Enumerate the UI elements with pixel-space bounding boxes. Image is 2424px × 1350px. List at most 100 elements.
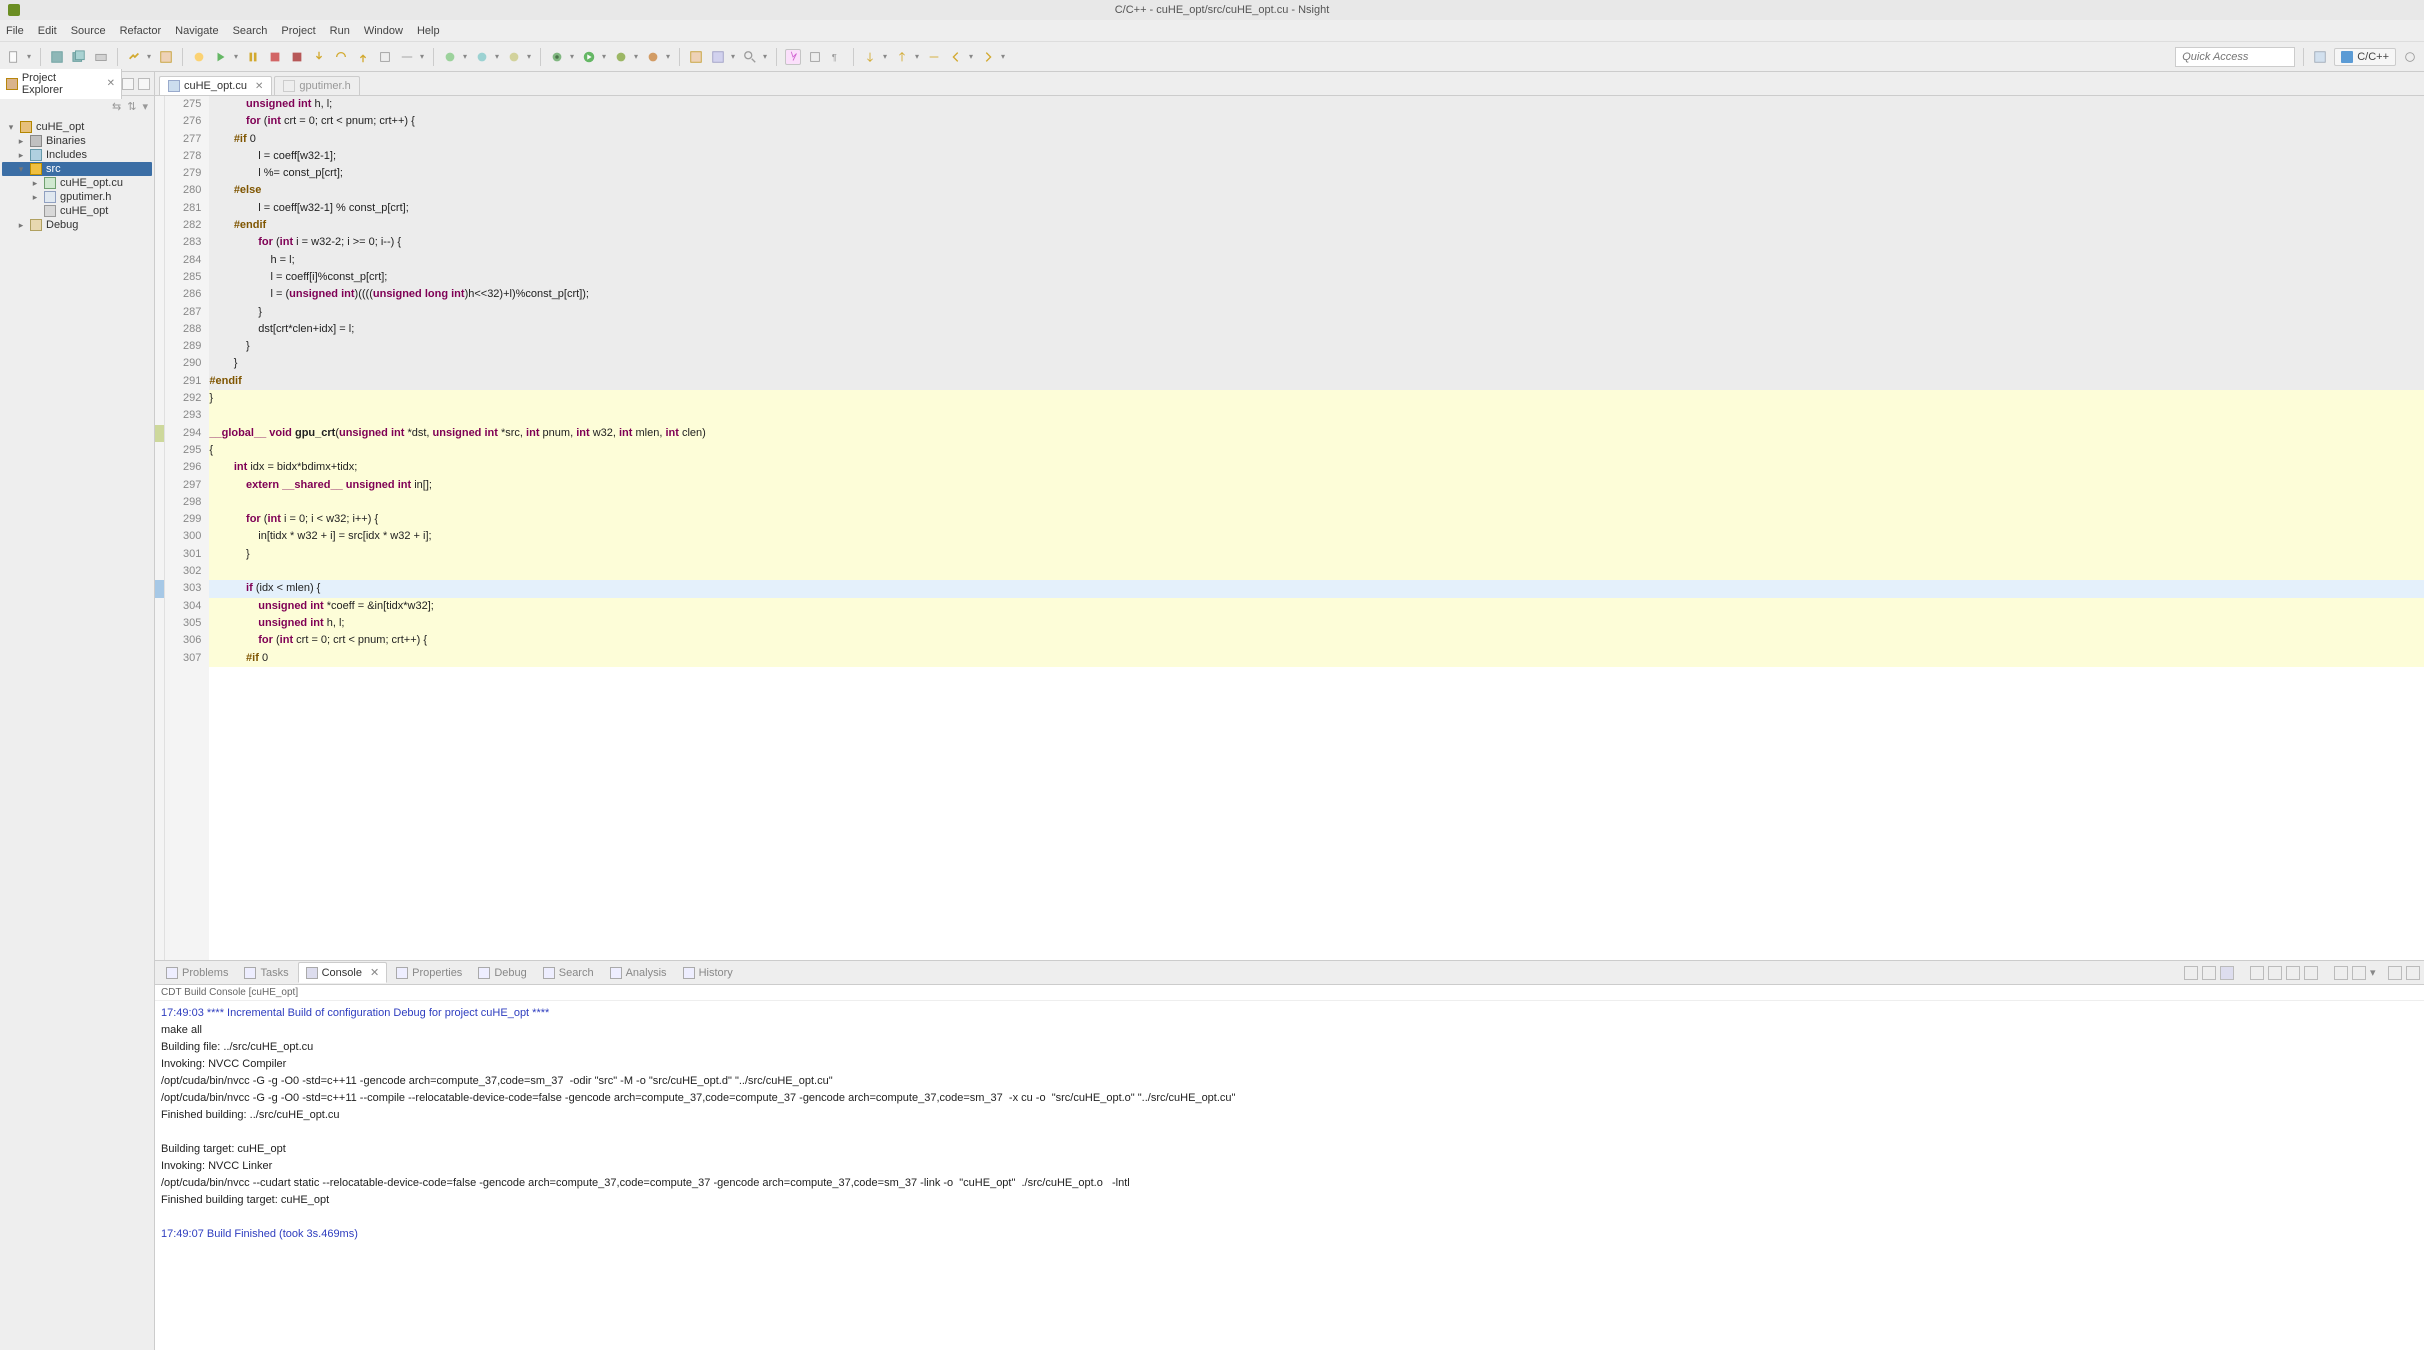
tab-search[interactable]: Search <box>536 964 601 982</box>
tab-properties[interactable]: Properties <box>389 964 469 982</box>
code-content[interactable]: unsigned int h, l; for (int crt = 0; crt… <box>209 96 2424 960</box>
perspective-cpp-button[interactable]: C/C++ <box>2334 48 2396 66</box>
code-editor[interactable]: 2752762772782792802812822832842852862872… <box>155 96 2424 960</box>
menu-window[interactable]: Window <box>364 25 403 37</box>
menu-refactor[interactable]: Refactor <box>120 25 162 37</box>
minimize-view-button[interactable] <box>122 78 134 90</box>
profile-button[interactable] <box>613 49 629 65</box>
dropdown-arrow-icon[interactable]: ▾ <box>526 49 532 65</box>
skip-breakpoints-button[interactable] <box>191 49 207 65</box>
menu-search[interactable]: Search <box>233 25 268 37</box>
tab-debug[interactable]: Debug <box>471 964 533 982</box>
close-icon[interactable]: ✕ <box>255 81 263 92</box>
dropdown-arrow-icon[interactable]: ▾ <box>419 49 425 65</box>
prev-annotation-button[interactable] <box>894 49 910 65</box>
scroll-lock-button[interactable] <box>2184 966 2198 980</box>
dropdown-arrow-icon[interactable]: ▾ <box>146 49 152 65</box>
new-cpp-header-button[interactable] <box>506 49 522 65</box>
tree-node-binaries[interactable]: ▸Binaries <box>2 134 152 148</box>
tree-node-includes[interactable]: ▸Includes <box>2 148 152 162</box>
debug-button[interactable] <box>549 49 565 65</box>
collapse-all-button[interactable]: ⇆ <box>112 100 121 113</box>
maximize-panel-button[interactable] <box>2406 966 2420 980</box>
last-edit-button[interactable] <box>926 49 942 65</box>
menu-edit[interactable]: Edit <box>38 25 57 37</box>
menu-project[interactable]: Project <box>281 25 315 37</box>
dropdown-arrow-icon[interactable]: ▾ <box>569 49 575 65</box>
menu-navigate[interactable]: Navigate <box>175 25 218 37</box>
tree-node-h-file[interactable]: ▸gputimer.h <box>2 190 152 204</box>
console-output[interactable]: 17:49:03 **** Incremental Build of confi… <box>155 1001 2424 1350</box>
tab-console[interactable]: Console✕ <box>298 962 388 983</box>
perspective-customize-button[interactable] <box>2402 49 2418 65</box>
minimize-panel-button[interactable] <box>2388 966 2402 980</box>
build-button[interactable] <box>126 49 142 65</box>
editor-tab-inactive[interactable]: gputimer.h <box>274 76 359 95</box>
menu-run[interactable]: Run <box>330 25 350 37</box>
forward-button[interactable] <box>980 49 996 65</box>
step-over-button[interactable] <box>333 49 349 65</box>
step-into-button[interactable] <box>311 49 327 65</box>
menu-file[interactable]: File <box>6 25 24 37</box>
project-tree[interactable]: ▾cuHE_opt ▸Binaries ▸Includes ▾src ▸cuHE… <box>0 116 154 236</box>
tab-tasks[interactable]: Tasks <box>237 964 295 982</box>
tree-node-cu-file[interactable]: ▸cuHE_opt.cu <box>2 176 152 190</box>
terminate-button[interactable] <box>267 49 283 65</box>
search-button[interactable] <box>742 49 758 65</box>
marker-ruler[interactable] <box>155 96 165 960</box>
display-selected-console-button[interactable] <box>2220 966 2234 980</box>
toggle-mark-button[interactable] <box>785 49 801 65</box>
tab-history[interactable]: History <box>676 964 740 982</box>
dropdown-arrow-icon[interactable]: ▾ <box>762 49 768 65</box>
next-annotation-button[interactable] <box>862 49 878 65</box>
save-all-button[interactable] <box>71 49 87 65</box>
dropdown-arrow-icon[interactable]: ▾ <box>233 49 239 65</box>
step-return-button[interactable] <box>355 49 371 65</box>
back-button[interactable] <box>948 49 964 65</box>
dropdown-arrow-icon[interactable]: ▾ <box>882 49 888 65</box>
show-on-error-button[interactable] <box>2352 966 2366 980</box>
disconnect-button[interactable] <box>289 49 305 65</box>
show-on-output-button[interactable] <box>2334 966 2348 980</box>
build-all-button[interactable] <box>158 49 174 65</box>
dropdown-arrow-icon[interactable]: ▾ <box>968 49 974 65</box>
menu-help[interactable]: Help <box>417 25 440 37</box>
tree-node-src[interactable]: ▾src <box>2 162 152 176</box>
toggle-whitespace-button[interactable]: ¶ <box>829 49 845 65</box>
clear-console-button[interactable] <box>2250 966 2264 980</box>
open-perspective-button[interactable] <box>2312 49 2328 65</box>
toggle-block-button[interactable] <box>807 49 823 65</box>
console-menu-button[interactable]: ▾ <box>2370 966 2384 980</box>
remove-all-launches-button[interactable] <box>2286 966 2300 980</box>
menu-source[interactable]: Source <box>71 25 106 37</box>
project-explorer-tab[interactable]: Project Explorer ✕ <box>0 69 122 99</box>
close-icon[interactable]: ✕ <box>107 78 115 89</box>
link-editor-button[interactable]: ⇅ <box>127 100 136 113</box>
quick-access-input[interactable] <box>2175 47 2295 67</box>
tree-node-exe[interactable]: cuHE_opt <box>2 204 152 218</box>
dropdown-arrow-icon[interactable]: ▾ <box>462 49 468 65</box>
remove-launch-button[interactable] <box>2268 966 2282 980</box>
suspend-button[interactable] <box>245 49 261 65</box>
instruction-step-button[interactable] <box>399 49 415 65</box>
resume-button[interactable] <box>213 49 229 65</box>
open-console-button[interactable] <box>2304 966 2318 980</box>
dropdown-arrow-icon[interactable]: ▾ <box>601 49 607 65</box>
save-button[interactable] <box>49 49 65 65</box>
dropdown-arrow-icon[interactable]: ▾ <box>633 49 639 65</box>
new-button[interactable] <box>6 49 22 65</box>
new-cpp-class-button[interactable] <box>442 49 458 65</box>
drop-frame-button[interactable] <box>377 49 393 65</box>
run-button[interactable] <box>581 49 597 65</box>
dropdown-arrow-icon[interactable]: ▾ <box>494 49 500 65</box>
print-button[interactable] <box>93 49 109 65</box>
open-type-button[interactable] <box>688 49 704 65</box>
dropdown-arrow-icon[interactable]: ▾ <box>26 49 32 65</box>
folding-ruler[interactable] <box>165 96 179 960</box>
tree-node-debug[interactable]: ▸Debug <box>2 218 152 232</box>
close-icon[interactable]: ✕ <box>370 966 379 979</box>
dropdown-arrow-icon[interactable]: ▾ <box>1000 49 1006 65</box>
open-element-button[interactable] <box>710 49 726 65</box>
dropdown-arrow-icon[interactable]: ▾ <box>730 49 736 65</box>
external-tools-button[interactable] <box>645 49 661 65</box>
